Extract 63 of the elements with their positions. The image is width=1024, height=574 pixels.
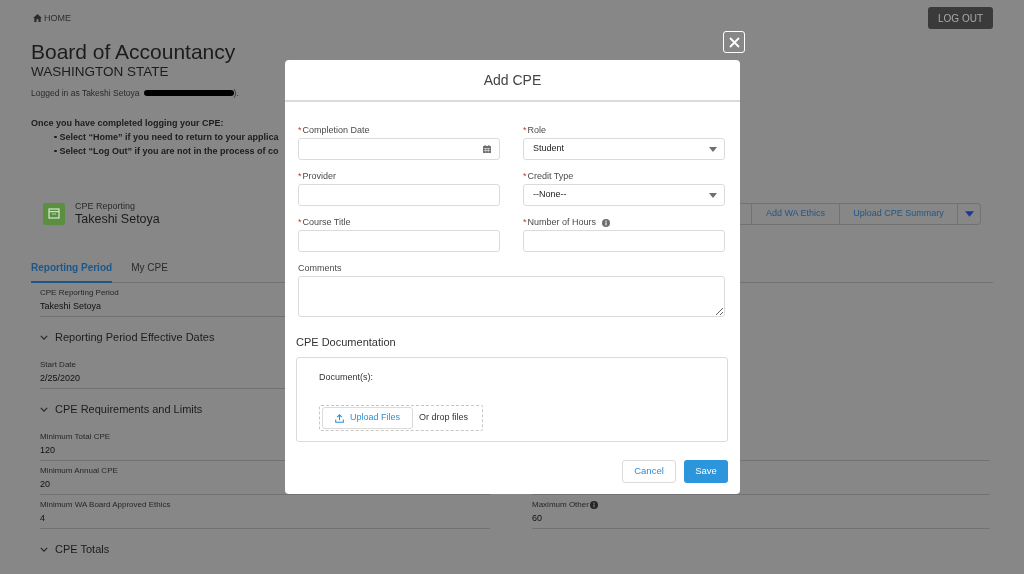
date-field[interactable] — [298, 138, 500, 160]
close-icon — [728, 36, 740, 48]
field-label: Start Date — [40, 359, 76, 371]
caret-icon — [709, 192, 717, 198]
field-value: Takeshi Setoya — [40, 300, 102, 313]
field-label: Document(s): — [319, 371, 373, 383]
section-toggle[interactable]: CPE Requirements and Limits — [40, 402, 203, 417]
field-label: *Completion Date — [298, 124, 370, 137]
field-value: 60 — [532, 512, 542, 525]
modal-title: Add CPE — [483, 71, 542, 89]
bullet-icon — [54, 135, 57, 139]
field-value: 4 — [40, 512, 45, 525]
object-label: CPE Reporting — [75, 201, 136, 212]
page-subtitle: WASHINGTON STATE — [31, 64, 169, 80]
caret-icon — [709, 146, 717, 152]
section-toggle[interactable]: CPE Totals — [40, 542, 110, 557]
field-label: Maximum Other — [532, 499, 589, 511]
calendar-icon — [483, 145, 491, 153]
text-field[interactable] — [298, 184, 500, 206]
page-title: Board of Accountancy — [31, 39, 236, 64]
field-label: CPE Reporting Period — [40, 287, 119, 299]
logout-button[interactable]: LOG OUT — [928, 7, 993, 29]
text-area[interactable] — [298, 276, 725, 317]
field-label: Minimum WA Board Approved Ethics — [40, 499, 171, 511]
field-label: Minimum Total CPE — [40, 431, 111, 443]
cancel-button[interactable]: Cancel — [622, 460, 676, 483]
field-value: 20 — [40, 478, 50, 491]
bullet-icon — [54, 149, 57, 153]
close-button[interactable] — [723, 31, 745, 53]
select-field[interactable]: --None-- — [523, 184, 725, 206]
field-label: *Provider — [298, 170, 337, 183]
field-label: *Course Title — [298, 216, 351, 229]
field-label: Comments — [298, 262, 342, 275]
upload-icon — [335, 413, 344, 423]
tab[interactable]: My CPE — [131, 261, 168, 283]
login-text: ). — [233, 87, 239, 99]
field-label: Minimum Annual CPE — [40, 465, 118, 477]
record-name: Takeshi Setoya — [75, 212, 160, 227]
field-label: *Role — [523, 124, 547, 137]
instruction-text: Select “Home” if you need to return to your applica — [59, 131, 279, 144]
select-field[interactable]: Student — [523, 138, 725, 160]
upload-button[interactable]: Upload Files — [322, 407, 413, 429]
field-label: *Credit Type — [523, 170, 574, 183]
section-title: CPE Documentation — [296, 335, 396, 349]
drop-hint: Or drop files — [419, 411, 469, 425]
instruction-text: Select “Log Out” if you are not in the process of co — [59, 145, 279, 158]
home-link[interactable]: HOME — [33, 13, 71, 23]
text-field[interactable] — [523, 230, 725, 252]
login-text: Logged in as Takeshi Setoya — [31, 87, 140, 99]
home-icon — [33, 14, 42, 22]
frame-icon — [43, 203, 65, 225]
drop-zone[interactable]: Upload Files Or drop files — [319, 405, 483, 431]
tab[interactable]: Reporting Period — [31, 261, 113, 283]
action-button[interactable]: Add WA Ethics — [751, 204, 839, 224]
save-button[interactable]: Save — [684, 460, 728, 483]
section-toggle[interactable]: Reporting Period Effective Dates — [40, 330, 215, 345]
instructions-heading: Once you have completed logging your CPE: — [31, 117, 224, 130]
field-value: 2/25/2020 — [40, 372, 81, 385]
field-value: 120 — [40, 444, 56, 457]
field-label: *Number of Hours — [523, 216, 597, 229]
text-field[interactable] — [298, 230, 500, 252]
caret-icon — [964, 211, 974, 217]
action-button[interactable]: Upload CPE Summary — [839, 204, 957, 224]
